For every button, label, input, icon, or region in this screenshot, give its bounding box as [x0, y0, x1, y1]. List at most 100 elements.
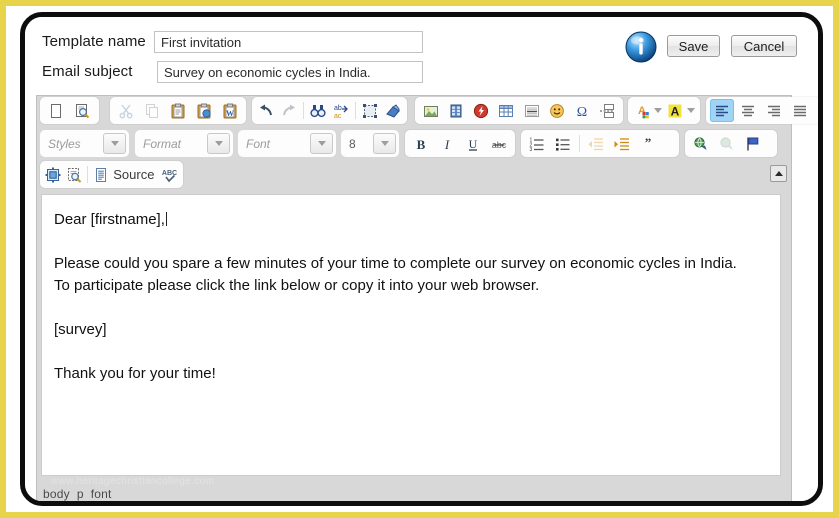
- element-path-font[interactable]: font: [91, 487, 112, 501]
- align-left-icon[interactable]: [710, 99, 734, 122]
- new-page-icon[interactable]: [44, 99, 68, 122]
- svg-text:ab: ab: [334, 105, 342, 112]
- editor-paragraph-thanks: Thank you for your time!: [54, 365, 216, 382]
- screenshot-root: Template name Email subject: [0, 0, 839, 518]
- numbered-list-icon[interactable]: 1 2 3: [525, 132, 549, 155]
- toolbar-group-links: [685, 130, 777, 157]
- preview-icon[interactable]: [70, 99, 94, 122]
- toolbar-group-colors: A A: [628, 97, 700, 124]
- window-inner: Template name Email subject: [25, 17, 818, 501]
- background-color-dropdown-icon[interactable]: [686, 99, 696, 122]
- element-path: body p font: [43, 487, 119, 501]
- toolbar-group-insert: Ω: [415, 97, 623, 124]
- italic-icon[interactable]: I: [435, 132, 459, 155]
- template-name-input[interactable]: [154, 31, 423, 53]
- find-icon[interactable]: [308, 99, 329, 122]
- chevron-down-icon: [310, 133, 333, 154]
- paste-icon[interactable]: [166, 99, 190, 122]
- save-button[interactable]: Save: [667, 35, 720, 57]
- styles-dropdown-label: Styles: [48, 136, 81, 151]
- svg-text:”: ”: [645, 136, 652, 150]
- bold-icon[interactable]: B: [409, 132, 433, 155]
- text-color-dropdown-icon[interactable]: [653, 99, 663, 122]
- block-quote-icon[interactable]: ”: [636, 132, 660, 155]
- svg-text:ac: ac: [334, 113, 342, 119]
- select-all-icon[interactable]: [360, 99, 381, 122]
- image-icon[interactable]: [419, 99, 442, 122]
- paste-from-word-icon[interactable]: W: [218, 99, 242, 122]
- element-path-p[interactable]: p: [77, 487, 84, 501]
- font-dropdown-label: Font: [246, 136, 271, 151]
- underline-icon[interactable]: U: [461, 132, 485, 155]
- show-blocks-icon[interactable]: [65, 163, 84, 186]
- template-name-label: Template name: [42, 33, 146, 50]
- element-path-body[interactable]: body: [43, 487, 70, 501]
- svg-text:A: A: [670, 104, 679, 118]
- toolbar-group-paragraph-align: [706, 97, 818, 124]
- chevron-down-icon: [207, 133, 230, 154]
- separator: [303, 102, 304, 119]
- font-size-dropdown-label: 8: [349, 136, 356, 151]
- spell-check-icon[interactable]: ABC: [160, 163, 179, 186]
- anchor-flag-icon[interactable]: [741, 132, 765, 155]
- decrease-indent-icon[interactable]: [584, 132, 608, 155]
- align-center-icon[interactable]: [736, 99, 760, 122]
- toolbar-group-document: [40, 97, 99, 124]
- separator: [579, 135, 580, 152]
- align-right-icon[interactable]: [762, 99, 786, 122]
- window-frame: Template name Email subject: [20, 12, 823, 506]
- toolbar-row-3: Source ABC: [37, 160, 791, 192]
- styles-dropdown[interactable]: Styles: [40, 130, 129, 157]
- undo-icon[interactable]: [256, 99, 277, 122]
- copy-icon[interactable]: [140, 99, 164, 122]
- template-header-form: Template name Email subject: [25, 17, 818, 91]
- svg-text:W: W: [226, 109, 234, 118]
- increase-indent-icon[interactable]: [610, 132, 634, 155]
- table-icon[interactable]: [495, 99, 518, 122]
- source-icon[interactable]: [92, 163, 111, 186]
- svg-text:B: B: [417, 137, 426, 152]
- rich-text-editor: W ab ac Ω A A Styles Format Font 8 B I U…: [36, 95, 818, 501]
- svg-text:A: A: [638, 105, 646, 117]
- redo-icon[interactable]: [279, 99, 300, 122]
- unlink-icon[interactable]: [715, 132, 739, 155]
- film-icon[interactable]: [444, 99, 467, 122]
- text-cursor: [165, 212, 167, 226]
- special-character-icon[interactable]: Ω: [571, 99, 594, 122]
- format-dropdown-label: Format: [143, 136, 182, 151]
- source-label[interactable]: Source: [113, 167, 154, 182]
- flash-icon[interactable]: [470, 99, 493, 122]
- collapse-toolbar-icon[interactable]: [770, 165, 787, 182]
- bulleted-list-icon[interactable]: [551, 132, 575, 155]
- svg-text:I: I: [444, 137, 450, 152]
- strikethrough-icon[interactable]: abc: [487, 132, 511, 155]
- editor-paragraph-participate: To participate please click the link bel…: [54, 277, 540, 294]
- background-color-icon[interactable]: A: [665, 99, 684, 122]
- remove-format-icon[interactable]: [382, 99, 403, 122]
- font-size-dropdown[interactable]: 8: [341, 130, 399, 157]
- format-dropdown[interactable]: Format: [135, 130, 233, 157]
- toolbar-group-editing: ab ac: [252, 97, 407, 124]
- cancel-button[interactable]: Cancel: [731, 35, 797, 57]
- horizontal-rule-icon[interactable]: [520, 99, 543, 122]
- toolbar-row-2: Styles Format Font 8 B I U abc 1 2 3 ”: [37, 129, 791, 160]
- replace-icon[interactable]: ab ac: [331, 99, 352, 122]
- editor-content-area[interactable]: Dear [firstname], Please could you spare…: [41, 194, 781, 476]
- chevron-down-icon: [373, 133, 396, 154]
- cut-icon[interactable]: [114, 99, 138, 122]
- maximize-icon[interactable]: [44, 163, 63, 186]
- svg-text:3: 3: [530, 147, 533, 152]
- editor-paragraph-request: Please could you spare a few minutes of …: [54, 255, 737, 272]
- editor-paragraph-survey-token: [survey]: [54, 321, 107, 338]
- page-break-icon[interactable]: [596, 99, 619, 122]
- link-icon[interactable]: [689, 132, 713, 155]
- paste-as-plain-text-icon[interactable]: [192, 99, 216, 122]
- text-color-icon[interactable]: A: [632, 99, 651, 122]
- toolbar-group-lists-indent: 1 2 3 ”: [521, 130, 679, 157]
- email-subject-label: Email subject: [42, 63, 133, 80]
- align-justify-icon[interactable]: [788, 99, 812, 122]
- svg-text:U: U: [469, 137, 478, 151]
- font-dropdown[interactable]: Font: [238, 130, 336, 157]
- email-subject-input[interactable]: [157, 61, 423, 83]
- smiley-icon[interactable]: [545, 99, 568, 122]
